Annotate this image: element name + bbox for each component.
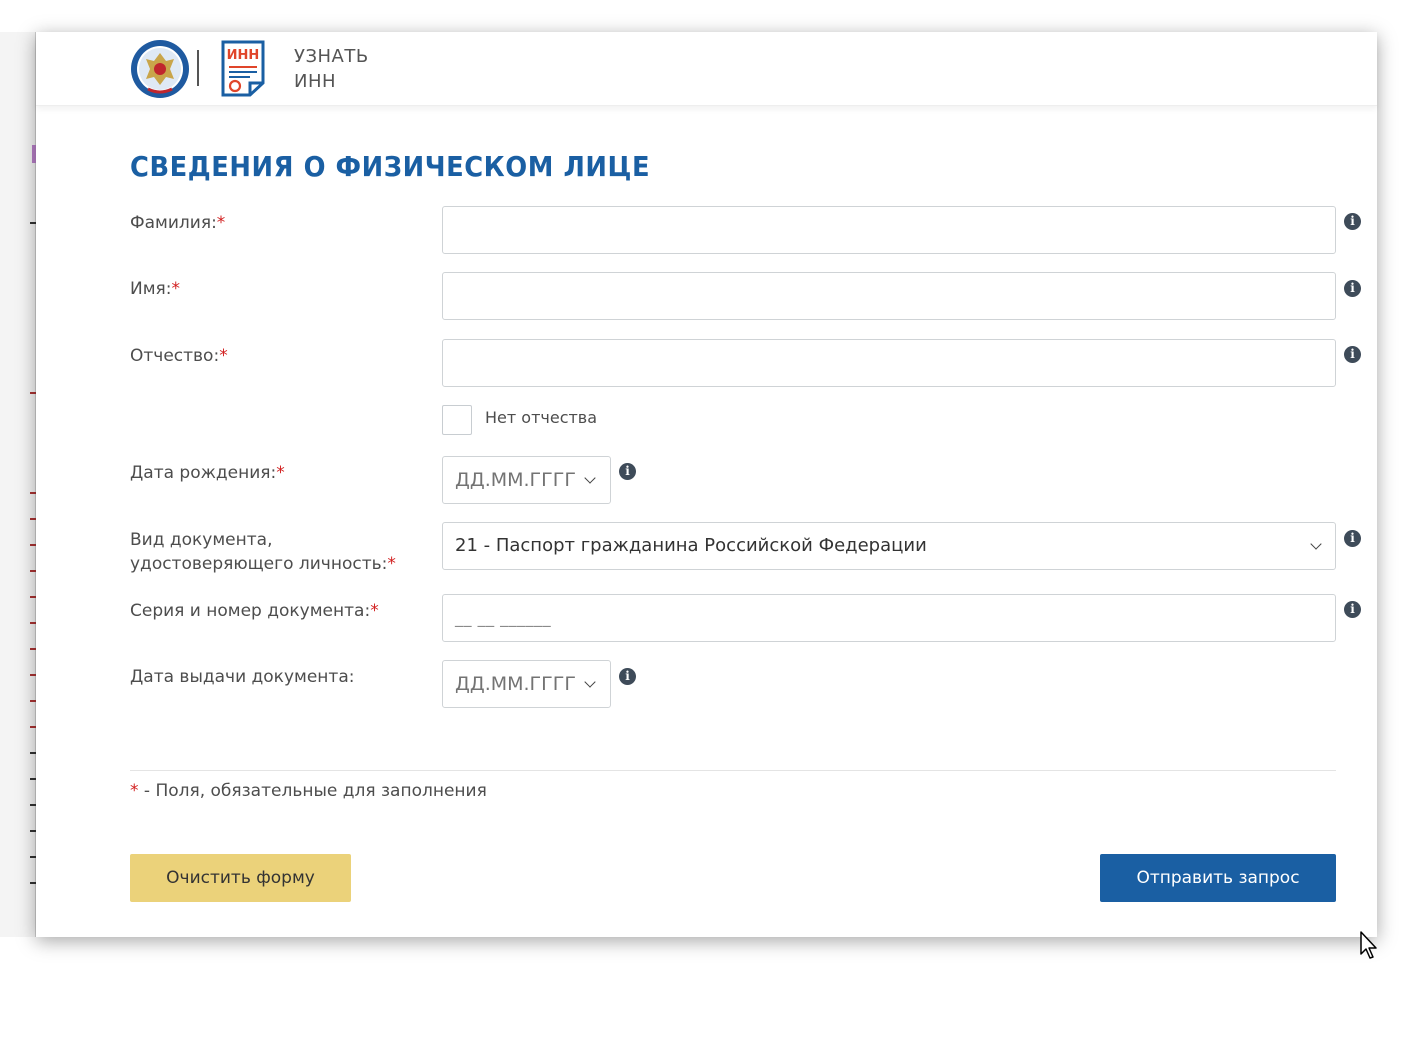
name-field[interactable] bbox=[442, 272, 1336, 320]
doc-type-label-line1: Вид документа, bbox=[130, 530, 273, 550]
required-mark: * bbox=[130, 781, 139, 801]
doc-type-select[interactable]: 21 - Паспорт гражданина Российской Федер… bbox=[442, 522, 1336, 570]
header-title-line1: УЗНАТЬ bbox=[294, 46, 369, 67]
background-window-edge bbox=[0, 32, 36, 937]
patronymic-label: Отчество:* bbox=[130, 344, 228, 368]
patronymic-label-text: Отчество: bbox=[130, 346, 220, 366]
issue-date-picker[interactable]: ДД.ММ.ГГГГ bbox=[442, 660, 611, 708]
birthdate-picker[interactable]: ДД.ММ.ГГГГ bbox=[442, 456, 611, 504]
required-mark: * bbox=[171, 279, 181, 299]
info-icon[interactable]: i bbox=[619, 668, 636, 685]
birthdate-label: Дата рождения:* bbox=[130, 461, 285, 485]
page-title: СВЕДЕНИЯ О ФИЗИЧЕСКОМ ЛИЦЕ bbox=[130, 150, 651, 183]
doc-type-label-line2: удостоверяющего личность: bbox=[130, 554, 388, 574]
mouse-cursor-icon bbox=[1360, 931, 1377, 959]
chevron-down-icon[interactable] bbox=[1310, 538, 1322, 550]
doc-type-selected-value: 21 - Паспорт гражданина Российской Федер… bbox=[455, 535, 927, 556]
required-mark: * bbox=[370, 601, 379, 621]
required-mark: * bbox=[276, 463, 285, 483]
surname-label-text: Фамилия: bbox=[130, 213, 217, 233]
doc-number-label: Серия и номер документа:* bbox=[130, 599, 379, 623]
surname-label: Фамилия:* bbox=[130, 211, 225, 235]
doc-number-label-text: Серия и номер документа: bbox=[130, 601, 371, 621]
issue-date-label: Дата выдачи документа: bbox=[130, 665, 354, 689]
no-patronymic-label[interactable]: Нет отчества bbox=[485, 407, 597, 429]
site-header: ИНН УЗНАТЬ ИНН bbox=[36, 32, 1377, 106]
required-fields-note-text: - Поля, обязательные для заполнения bbox=[138, 781, 487, 801]
submit-request-button[interactable]: Отправить запрос bbox=[1100, 854, 1336, 902]
info-icon[interactable]: i bbox=[1344, 346, 1361, 363]
required-mark: * bbox=[216, 213, 226, 233]
required-mark: * bbox=[387, 554, 396, 574]
birthdate-label-text: Дата рождения: bbox=[130, 463, 277, 483]
required-fields-note: * - Поля, обязательные для заполнения bbox=[130, 779, 487, 803]
header-title[interactable]: УЗНАТЬ ИНН bbox=[294, 44, 414, 94]
name-label: Имя:* bbox=[130, 277, 180, 301]
issue-date-placeholder: ДД.ММ.ГГГГ bbox=[455, 673, 576, 695]
issue-date-label-text: Дата выдачи документа: bbox=[130, 667, 355, 687]
surname-input[interactable] bbox=[455, 207, 1323, 253]
inn-lookup-window: ИНН УЗНАТЬ ИНН СВЕДЕНИЯ О ФИЗИЧЕСКОМ ЛИЦ… bbox=[36, 32, 1377, 937]
info-icon[interactable]: i bbox=[1344, 213, 1361, 230]
info-icon[interactable]: i bbox=[1344, 280, 1361, 297]
clear-form-button[interactable]: Очистить форму bbox=[130, 854, 351, 902]
no-patronymic-checkbox[interactable] bbox=[442, 405, 472, 435]
chevron-down-icon[interactable] bbox=[584, 676, 596, 688]
info-icon[interactable]: i bbox=[1344, 601, 1361, 618]
chevron-down-icon[interactable] bbox=[584, 472, 596, 484]
inn-document-icon[interactable]: ИНН bbox=[220, 39, 266, 97]
fns-emblem-icon[interactable] bbox=[130, 39, 190, 99]
surname-field[interactable] bbox=[442, 206, 1336, 254]
patronymic-field[interactable] bbox=[442, 339, 1336, 387]
header-separator bbox=[197, 50, 199, 86]
info-icon[interactable]: i bbox=[1344, 530, 1361, 547]
doc-number-mask: __ __ ______ bbox=[455, 608, 552, 627]
patronymic-input[interactable] bbox=[455, 340, 1323, 386]
doc-number-field[interactable]: __ __ ______ bbox=[442, 594, 1336, 642]
info-icon[interactable]: i bbox=[619, 463, 636, 480]
svg-text:ИНН: ИНН bbox=[227, 48, 260, 63]
birthdate-placeholder: ДД.ММ.ГГГГ bbox=[455, 469, 576, 491]
name-label-text: Имя: bbox=[130, 279, 172, 299]
required-mark: * bbox=[219, 346, 228, 366]
name-input[interactable] bbox=[455, 273, 1323, 319]
form-divider bbox=[130, 770, 1336, 771]
doc-type-label: Вид документа, удостоверяющего личность:… bbox=[130, 528, 396, 576]
header-title-line2: ИНН bbox=[294, 71, 337, 92]
